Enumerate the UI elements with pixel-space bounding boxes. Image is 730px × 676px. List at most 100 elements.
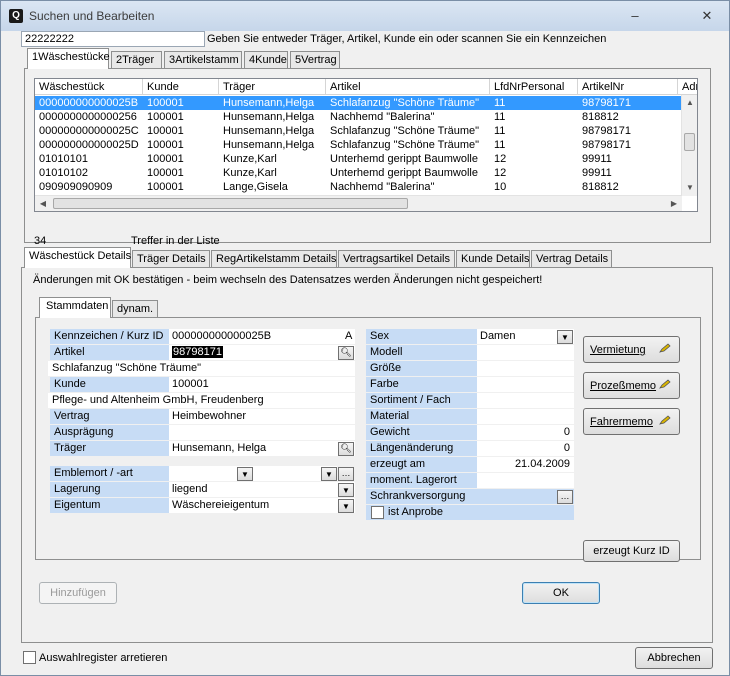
anprobe-checkbox[interactable] [371,506,384,519]
table-cell: Unterhemd gerippt Baumwolle [330,167,478,179]
material-label: Material [366,409,477,424]
ellipsis-icon: … [341,468,351,478]
table-row[interactable]: 0000000000000256 100001 Hunsemann,Helga Nac… [35,110,682,124]
emblemort-label: Emblemort / -art [50,466,169,481]
artikel-label: Artikel [50,345,169,360]
ok-button[interactable]: OK [522,582,600,604]
auswahlregister-label: Auswahlregister arretieren [39,652,168,664]
scroll-right-icon[interactable]: ▶ [666,196,682,211]
column-header-lfdnr[interactable]: LfdNrPersonal [490,79,578,95]
anprobe-label: ist Anprobe [366,505,574,520]
table-row[interactable]: 090909090909 100001 Lange,Gisela Nachhemd "… [35,180,682,194]
lagerung-select[interactable]: liegend [169,482,355,497]
list-horizontal-scrollbar[interactable]: ◀ ▶ [35,195,682,211]
chevron-down-icon[interactable]: ▼ [321,467,337,481]
column-header-adr[interactable]: Adr [678,79,697,95]
chevron-down-icon[interactable]: ▼ [338,499,354,513]
traeger-label: Träger [50,441,169,456]
table-row[interactable]: 000000000000025B 100001 Hunsemann,Helga Sch… [35,96,682,110]
scroll-left-icon[interactable]: ◀ [35,196,51,211]
laengenaenderung-value: 0 [477,441,574,456]
scroll-up-icon[interactable]: ▲ [682,95,697,111]
pencil-icon [659,415,671,425]
chevron-down-icon[interactable]: ▼ [338,483,354,497]
prozessmemo-label: Prozeßmemo [590,380,657,392]
table-cell: 100001 [147,125,184,137]
search-input[interactable]: 22222222 [21,31,205,47]
search-hint: Geben Sie entweder Träger, Artikel, Kund… [207,33,607,45]
list-vertical-scrollbar[interactable]: ▲ ▼ [681,95,697,196]
table-cell: 090909090909 [39,181,113,193]
vertical-scroll-thumb[interactable] [684,133,695,151]
table-cell: 11 [494,111,506,123]
hinzufuegen-button[interactable]: Hinzufügen [39,582,117,604]
table-cell: 98798171 [582,139,631,151]
artikel-value: 98798171 [172,346,223,358]
emblem-more-button[interactable]: … [338,467,354,481]
table-row[interactable]: 000000000000025C 100001 Hunsemann,Helga Sch… [35,124,682,138]
eigentum-select[interactable]: Wäschereieigentum [169,498,355,513]
vermietung-button[interactable]: Vermietung [583,336,680,363]
kunde-label: Kunde [50,377,169,392]
kennzeichen-label: Kennzeichen / Kurz ID [50,329,169,344]
tab-regartikelstamm-details[interactable]: RegArtikelstamm Details [211,250,337,268]
chevron-down-icon[interactable]: ▼ [237,467,253,481]
minimize-button[interactable]: – [623,7,647,25]
tab-traeger[interactable]: 2Träger [111,51,162,69]
tab-kunde[interactable]: 4Kunde [244,51,288,69]
fahrermemo-label: Fahrermemo [590,416,653,428]
tab-kunde-details[interactable]: Kunde Details [456,250,530,268]
chevron-down-icon[interactable]: ▼ [557,330,573,344]
tab-waeschestueck-details[interactable]: Wäschestück Details [24,247,131,268]
horizontal-scroll-thumb[interactable] [53,198,408,209]
table-cell: 818812 [582,181,619,193]
table-cell: 10 [494,181,507,193]
schrank-more-button[interactable]: … [557,490,573,504]
table-row[interactable]: 000000000000025D 100001 Hunsemann,Helga Sch… [35,138,682,152]
tab-dynam[interactable]: dynam. [112,300,158,318]
vermietung-label: Vermietung [590,344,646,356]
result-list[interactable]: Wäschestück Kunde Träger Artikel LfdNrPe… [34,78,698,212]
auswahlregister-checkbox[interactable] [23,651,36,664]
column-header-artikelnr[interactable]: ArtikelNr [578,79,678,95]
tab-vertrag[interactable]: 5Vertrag [290,51,340,69]
tab-vertrag-details[interactable]: Vertrag Details [531,250,612,268]
artikel-field[interactable]: 98798171 [169,345,355,360]
kunde-value: 100001 [169,377,355,392]
modell-label: Modell [366,345,477,360]
artikel-search-button[interactable]: 🔍︎ [338,346,354,360]
farbe-label: Farbe [366,377,477,392]
tab-stammdaten[interactable]: Stammdaten [39,297,111,318]
scroll-down-icon[interactable]: ▼ [682,180,697,196]
traeger-search-button[interactable]: 🔍︎ [338,442,354,456]
vertrag-value: Heimbewohner [169,409,355,424]
close-button[interactable]: ✕ [695,7,719,25]
table-cell: Hunsemann,Helga [223,125,315,137]
table-cell: Schlafanzug "Schöne Träume" [330,125,480,137]
farbe-value [477,377,574,392]
column-header-traeger[interactable]: Träger [219,79,326,95]
erzeugt-kurz-id-button[interactable]: erzeugt Kurz ID [583,540,680,562]
fahrermemo-button[interactable]: Fahrermemo [583,408,680,435]
table-cell: 000000000000025B [39,97,139,109]
tab-waeschestuecke[interactable]: 1Wäschestücke [27,48,110,69]
tab-traeger-details[interactable]: Träger Details [132,250,210,268]
tab-vertragsartikel-details[interactable]: Vertragsartikel Details [338,250,455,268]
pencil-icon [659,343,671,353]
tab-artikelstamm[interactable]: 3Artikelstamm [164,51,242,69]
table-cell: 98798171 [582,125,631,137]
traeger-value: Hunsemann, Helga [169,441,355,456]
prozessmemo-button[interactable]: Prozeßmemo [583,372,680,399]
column-header-kunde[interactable]: Kunde [143,79,219,95]
column-header-waeschestueck[interactable]: Wäschestück [35,79,143,95]
table-row[interactable]: 01010102 100001 Kunze,Karl Unterhemd geripp… [35,166,682,180]
schrankversorgung-label: Schrankversorgung [366,489,574,504]
laengenaenderung-label: Längenänderung [366,441,477,456]
table-cell: Schlafanzug "Schöne Träume" [330,97,480,109]
magnifier-icon: 🔍︎ [340,443,352,453]
column-header-artikel[interactable]: Artikel [326,79,490,95]
table-cell: 100001 [147,181,184,193]
abbrechen-button[interactable]: Abbrechen [635,647,713,669]
table-row[interactable]: 01010101 100001 Kunze,Karl Unterhemd geripp… [35,152,682,166]
table-cell: 000000000000025C [39,125,139,137]
